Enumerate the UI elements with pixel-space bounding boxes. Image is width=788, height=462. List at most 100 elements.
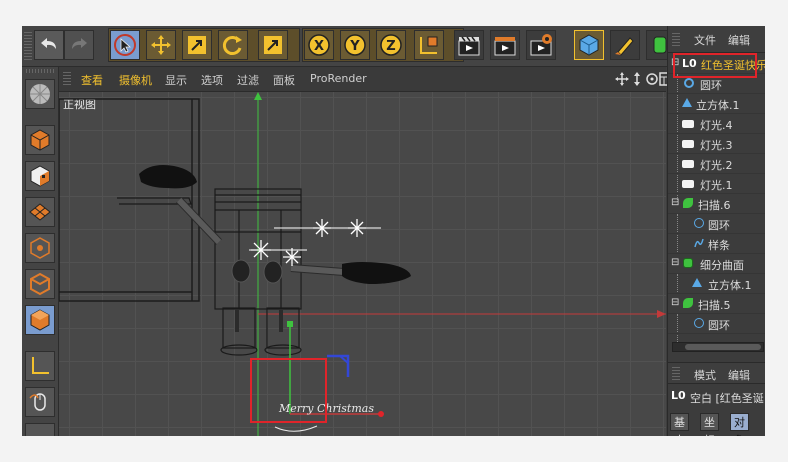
collapse-toggle-icon[interactable]: ⊟ <box>671 297 681 308</box>
viewport-scene: Merry Christmas <box>59 92 666 436</box>
viewport-menu-view[interactable]: 查看 <box>81 72 103 88</box>
object-label: 灯光.2 <box>700 159 733 172</box>
polygons-mode-button[interactable] <box>25 305 55 335</box>
edges-mode-button[interactable] <box>25 269 55 299</box>
pen-tool-button[interactable] <box>610 30 640 60</box>
object-row-sweep6[interactable]: ⊟ 扫描.6 <box>668 194 765 214</box>
left-eye <box>231 259 251 283</box>
coordinate-system-icon <box>420 36 438 54</box>
svg-text:Z: Z <box>386 39 395 54</box>
toolbar-grip[interactable] <box>24 30 32 60</box>
texture-mode-button[interactable] <box>25 161 55 191</box>
z-axis-lock-button[interactable]: Z <box>376 30 406 60</box>
workplane-mode-button[interactable] <box>25 197 55 227</box>
front-viewport[interactable]: 正视图 Merry Christmas <box>59 92 666 436</box>
attributes-menu-mode[interactable]: 模式 <box>694 367 716 383</box>
zoom-view-icon[interactable] <box>631 72 643 86</box>
move-tool-button[interactable] <box>146 30 176 60</box>
select-tool-button[interactable] <box>110 30 140 60</box>
points-mode-button[interactable] <box>25 233 55 263</box>
undo-icon <box>41 38 56 49</box>
scale-icon <box>188 36 206 54</box>
cube-icon <box>682 98 692 107</box>
render-settings-icon <box>530 34 552 56</box>
cube-primitive-button[interactable] <box>574 30 604 60</box>
mouse-icon <box>29 393 46 411</box>
polygons-icon <box>30 309 50 331</box>
undo-button[interactable] <box>34 30 64 60</box>
tab-object[interactable]: 对象 <box>730 413 749 436</box>
model-mode-button[interactable] <box>25 125 55 155</box>
annotation-highlight-logo <box>250 358 327 423</box>
pan-view-icon[interactable] <box>615 72 629 86</box>
snap-mode-button[interactable] <box>25 423 55 436</box>
subdivision-icon <box>683 258 693 268</box>
null-object-icon: L0 <box>671 389 686 402</box>
object-menu-edit[interactable]: 编辑 <box>728 32 750 48</box>
svg-text:Y: Y <box>349 39 360 54</box>
cinema4d-window: X Y Z 查看 摄像机 显示 选项 过滤 面板 ProRender 正视图 M… <box>22 26 765 436</box>
cube-outline-icon <box>30 129 50 151</box>
scrollbar-thumb[interactable] <box>685 344 761 350</box>
object-row-light2[interactable]: 灯光.2 <box>668 154 765 174</box>
viewport-menu-grip[interactable] <box>63 71 71 85</box>
object-menu-file[interactable]: 文件 <box>694 32 716 48</box>
pen-icon <box>615 37 634 56</box>
object-row-cube1[interactable]: 立方体.1 <box>668 94 765 114</box>
object-manager-scrollbar[interactable] <box>672 342 764 352</box>
spline-icon <box>694 238 704 248</box>
make-editable-button[interactable] <box>25 79 55 109</box>
rotate-view-icon[interactable] <box>645 72 659 86</box>
object-label: 立方体.1 <box>708 279 752 292</box>
viewport-menu-prorender[interactable]: ProRender <box>310 72 367 85</box>
object-row-subdivision-cube[interactable]: 立方体.1 <box>668 274 765 294</box>
coordinate-system-button[interactable] <box>414 30 444 60</box>
axis-icon <box>32 357 49 374</box>
tab-basic[interactable]: 基本 <box>670 413 689 436</box>
object-row-sweep6-circle[interactable]: 圆环 <box>668 214 765 234</box>
circle-spline-icon <box>684 78 694 88</box>
object-label: 灯光.3 <box>700 139 733 152</box>
sidebar-grip[interactable] <box>26 69 54 73</box>
scale-tool-button[interactable] <box>182 30 212 60</box>
viewport-menu-cameras[interactable]: 摄像机 <box>119 72 152 88</box>
recent-tool-button[interactable] <box>258 30 288 60</box>
object-row-spline[interactable]: 样条 <box>668 234 765 254</box>
right-eye <box>263 260 283 284</box>
attributes-grip[interactable] <box>672 366 680 380</box>
viewport-menu-panel[interactable]: 面板 <box>273 72 295 88</box>
checker-sphere-icon <box>30 84 50 104</box>
object-row-sweep5[interactable]: ⊟ 扫描.5 <box>668 294 765 314</box>
svg-text:X: X <box>314 39 324 54</box>
object-manager-grip[interactable] <box>672 32 680 46</box>
tweak-mode-button[interactable] <box>25 387 55 417</box>
x-axis-lock-button[interactable]: X <box>304 30 334 60</box>
object-row-sweep5-circle[interactable]: 圆环 <box>668 314 765 334</box>
object-manager-menu: 文件 编辑 <box>668 26 765 53</box>
render-settings-button[interactable] <box>526 30 556 60</box>
viewport-menu-display[interactable]: 显示 <box>165 72 187 88</box>
tab-coordinates[interactable]: 坐标 <box>700 413 719 436</box>
collapse-toggle-icon[interactable]: ⊟ <box>671 257 681 268</box>
object-row-light1[interactable]: 灯光.1 <box>668 174 765 194</box>
y-axis-lock-button[interactable]: Y <box>340 30 370 60</box>
render-to-picture-viewer-button[interactable] <box>490 30 520 60</box>
select-arrow-icon <box>114 34 136 56</box>
object-row-light4[interactable]: 灯光.4 <box>668 114 765 134</box>
left-hand <box>139 165 197 189</box>
edges-icon <box>30 272 50 296</box>
axis-mode-button[interactable] <box>25 351 55 381</box>
object-row-light3[interactable]: 灯光.3 <box>668 134 765 154</box>
light-icon <box>682 180 694 188</box>
annotation-highlight-object <box>673 53 757 78</box>
rotate-tool-button[interactable] <box>218 30 248 60</box>
viewport-menu-filter[interactable]: 过滤 <box>237 72 259 88</box>
main-toolbar: X Y Z <box>22 26 668 67</box>
collapse-toggle-icon[interactable]: ⊟ <box>671 197 681 208</box>
render-view-button[interactable] <box>454 30 484 60</box>
subdivision-button[interactable] <box>646 30 668 60</box>
attributes-menu-edit[interactable]: 编辑 <box>728 367 750 383</box>
viewport-menu-options[interactable]: 选项 <box>201 72 223 88</box>
object-row-subdivision[interactable]: ⊟ 细分曲面 <box>668 254 765 274</box>
redo-button[interactable] <box>64 30 94 60</box>
